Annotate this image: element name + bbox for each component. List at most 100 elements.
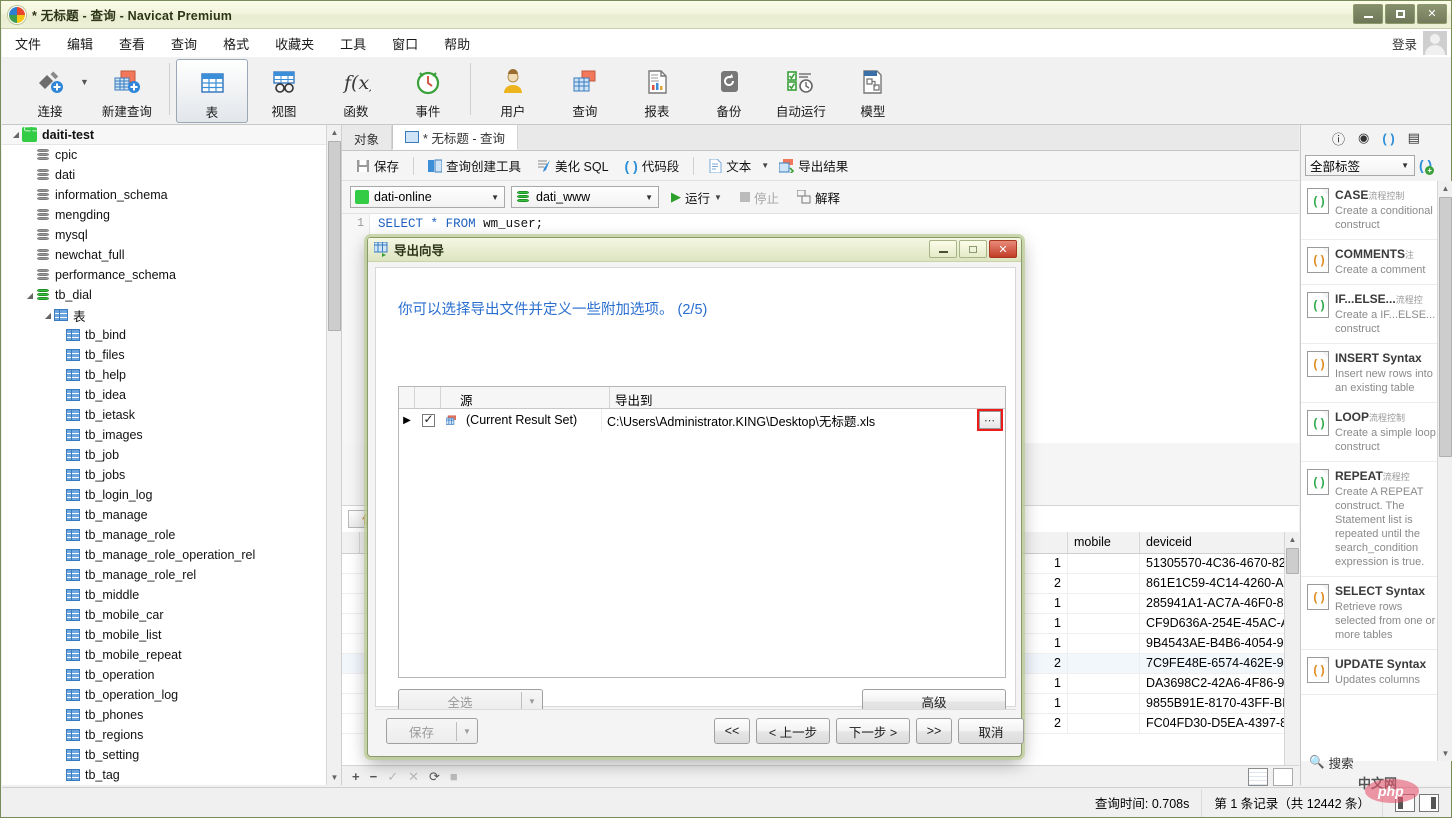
maximize-button[interactable] (1385, 4, 1415, 24)
toolbar-button-query[interactable]: 查询 (549, 59, 621, 123)
cell-deviceid[interactable]: 285941A1-AC7A-46F0-8 (1140, 594, 1285, 613)
text-view-button[interactable]: 文本 (702, 153, 757, 178)
tree-item-table[interactable]: tb_middle (2, 585, 341, 605)
list-item[interactable]: ( )LOOP流程控制Create a simple loop construc… (1301, 403, 1452, 462)
cell-mobile[interactable] (1068, 634, 1140, 653)
tag-filter-select[interactable]: 全部标签 ▼ (1305, 155, 1415, 176)
tree-item-table[interactable]: tb_tag (2, 765, 341, 785)
remove-record-icon[interactable]: − (370, 769, 378, 784)
toolbar-button-user[interactable]: 用户 (477, 59, 549, 123)
nav-next-button[interactable]: 下一步 > (836, 718, 910, 744)
menu-item-tools[interactable]: 工具 (327, 30, 379, 57)
tree-item-database[interactable]: mengding (2, 205, 341, 225)
object-tree-panel[interactable]: ◢ daiti-test cpicdatiinformation_schemam… (2, 125, 342, 785)
export-files-table[interactable]: 源 导出到 ▶ (Current Result Set) C:\Users\Ad… (398, 386, 1006, 678)
menu-item-view[interactable]: 查看 (106, 30, 158, 57)
menu-item-window[interactable]: 窗口 (379, 30, 431, 57)
column-header-deviceid[interactable]: deviceid (1140, 532, 1285, 553)
menu-item-edit[interactable]: 编辑 (54, 30, 106, 57)
tree-item-table[interactable]: tb_ietask (2, 405, 341, 425)
chevron-down-icon[interactable]: ▼ (457, 727, 477, 736)
cell-deviceid[interactable]: 861E1C59-4C14-4260-A (1140, 574, 1285, 593)
cell-mobile[interactable] (1068, 654, 1140, 673)
cell-deviceid[interactable]: CF9D636A-254E-45AC-A (1140, 614, 1285, 633)
explain-button[interactable]: 解释 (791, 185, 846, 210)
query-builder-button[interactable]: 查询创建工具 (422, 153, 527, 178)
snippet-button[interactable]: ( ) 代码段 (619, 153, 686, 178)
snippet-icon[interactable]: ( ) (1382, 131, 1394, 146)
toolbar-button-view[interactable]: 视图 (248, 59, 320, 123)
column-header-source[interactable]: 源 (455, 387, 610, 408)
nav-first-button[interactable]: << (714, 718, 750, 744)
tree-item-table[interactable]: tb_manage_role_operation_rel (2, 545, 341, 565)
cell-mobile[interactable] (1068, 554, 1140, 573)
tab-query[interactable]: * 无标题 - 查询 (392, 124, 518, 150)
snippets-list[interactable]: ( )CASE流程控制Create a conditional construc… (1301, 181, 1452, 761)
toolbar-button-automation[interactable]: 自动运行 (765, 59, 837, 123)
collapse-arrow-icon[interactable]: ◢ (42, 311, 54, 320)
scroll-up-icon[interactable]: ▲ (1285, 532, 1300, 547)
export-result-button[interactable]: 导出结果 (773, 153, 854, 178)
minimize-button[interactable] (1353, 4, 1383, 24)
tree-item-database-expanded[interactable]: ◢tb_dial (2, 285, 341, 305)
add-record-icon[interactable]: + (352, 769, 360, 784)
table-row[interactable]: ▶ (Current Result Set) C:\Users\Administ… (399, 409, 1005, 431)
scroll-up-icon[interactable]: ▲ (1438, 181, 1452, 196)
list-item[interactable]: ( )UPDATE SyntaxUpdates columns (1301, 650, 1452, 695)
tree-item-table[interactable]: tb_operation_log (2, 685, 341, 705)
scroll-thumb[interactable] (1439, 197, 1452, 457)
tree-item-table[interactable]: tb_manage_role (2, 525, 341, 545)
scroll-up-icon[interactable]: ▲ (327, 125, 342, 140)
info-icon[interactable]: ⓘ (1332, 129, 1345, 148)
login-link[interactable]: 登录 (1392, 34, 1417, 53)
column-header-mobile[interactable]: mobile (1068, 532, 1140, 553)
dialog-maximize-button[interactable] (959, 240, 987, 258)
list-item[interactable]: ( )IF...ELSE...流程控Create a IF...ELSE... … (1301, 285, 1452, 344)
tree-item-table[interactable]: tb_files (2, 345, 341, 365)
tree-item-connection[interactable]: ◢ daiti-test (2, 125, 341, 145)
chevron-down-icon[interactable]: ▼ (491, 193, 499, 202)
save-button[interactable]: 保存 (350, 153, 405, 178)
tree-item-table[interactable]: tb_phones (2, 705, 341, 725)
grid-view-icon[interactable] (1248, 768, 1268, 786)
cell-deviceid[interactable]: 9855B91E-8170-43FF-BE (1140, 694, 1285, 713)
tree-item-database[interactable]: information_schema (2, 185, 341, 205)
form-view-icon[interactable] (1273, 768, 1293, 786)
panel-right-toggle-icon[interactable] (1419, 794, 1439, 812)
tree-item-table[interactable]: tb_manage (2, 505, 341, 525)
result-grid-scrollbar[interactable]: ▲ ▼ (1284, 532, 1299, 782)
dialog-close-button[interactable]: ✕ (989, 240, 1017, 258)
menu-item-help[interactable]: 帮助 (431, 30, 483, 57)
cancel-button[interactable]: 取消 (958, 718, 1024, 744)
connection-dropdown-caret-icon[interactable]: ▼ (80, 77, 89, 87)
collapse-arrow-icon[interactable]: ◢ (24, 291, 36, 300)
tree-item-table[interactable]: tb_bind (2, 325, 341, 345)
list-item[interactable]: ( )CASE流程控制Create a conditional construc… (1301, 181, 1452, 240)
tree-item-table[interactable]: tb_idea (2, 385, 341, 405)
dialog-minimize-button[interactable] (929, 240, 957, 258)
scroll-thumb[interactable] (1286, 548, 1299, 574)
toolbar-button-connection[interactable]: 连接 (14, 59, 86, 123)
nav-prev-button[interactable]: < 上一步 (756, 718, 830, 744)
tree-item-tables-group[interactable]: ◢表 (2, 305, 341, 325)
tree-item-database[interactable]: performance_schema (2, 265, 341, 285)
close-button[interactable]: ✕ (1417, 4, 1447, 24)
add-snippet-icon[interactable]: ( )+ (1419, 157, 1432, 173)
tree-item-database[interactable]: cpic (2, 145, 341, 165)
toolbar-button-function[interactable]: f(x) 函数 (320, 59, 392, 123)
tree-scrollbar[interactable]: ▲ ▼ (326, 125, 341, 785)
toolbar-button-report[interactable]: 报表 (621, 59, 693, 123)
tree-item-database[interactable]: mysql (2, 225, 341, 245)
tree-item-table[interactable]: tb_manage_role_rel (2, 565, 341, 585)
text-dropdown-caret-icon[interactable]: ▼ (761, 161, 769, 170)
menu-item-format[interactable]: 格式 (210, 30, 262, 57)
toolbar-button-backup[interactable]: 备份 (693, 59, 765, 123)
database-select[interactable]: dati_www ▼ (511, 186, 659, 208)
cell-deviceid[interactable]: 7C9FE48E-6574-462E-94 (1140, 654, 1285, 673)
cell-mobile[interactable] (1068, 594, 1140, 613)
tree-item-table[interactable]: tb_help (2, 365, 341, 385)
cell-mobile[interactable] (1068, 574, 1140, 593)
list-item[interactable]: ( )INSERT SyntaxInsert new rows into an … (1301, 344, 1452, 403)
cell-mobile[interactable] (1068, 614, 1140, 633)
scroll-thumb[interactable] (328, 141, 341, 331)
